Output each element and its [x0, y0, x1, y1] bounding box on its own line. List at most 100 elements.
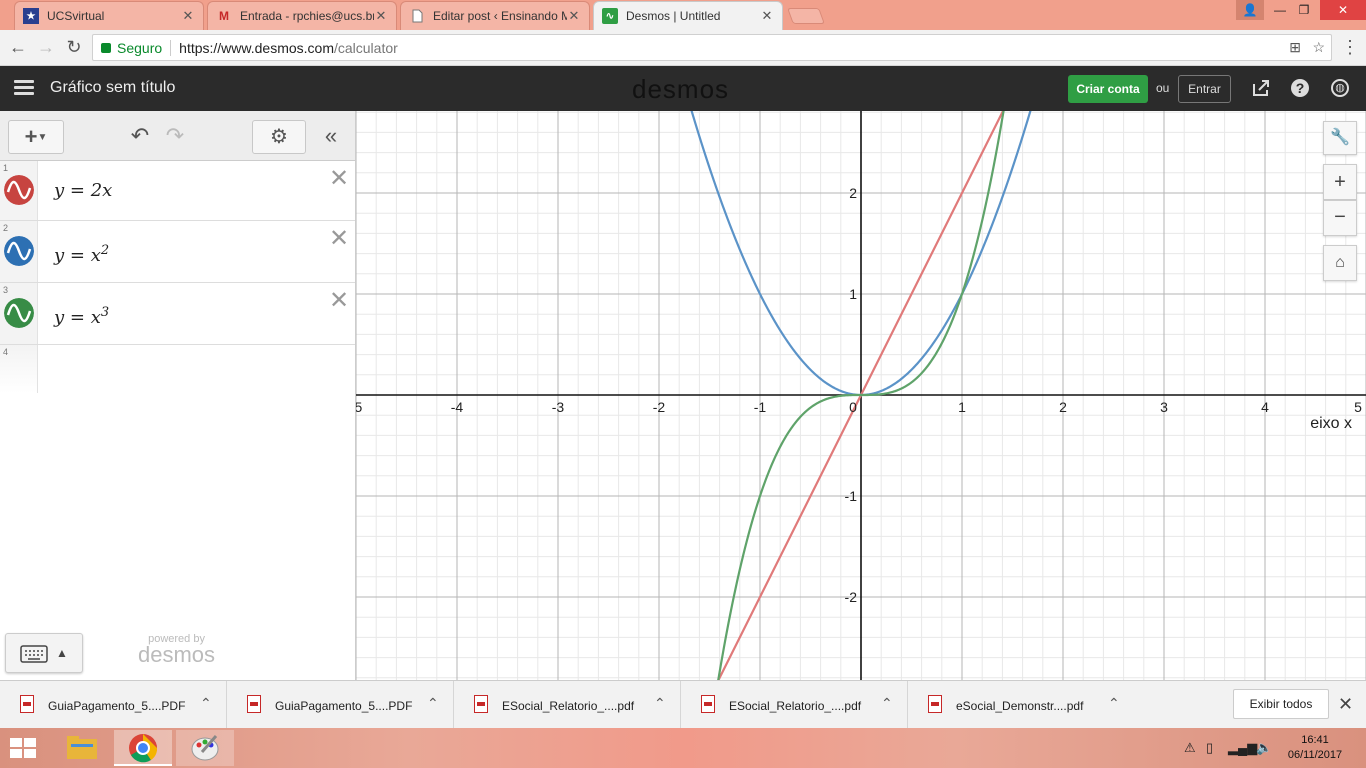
back-icon[interactable]: ←: [8, 37, 28, 57]
x-tick-label: 1: [958, 399, 966, 415]
reload-icon[interactable]: ↻: [64, 37, 84, 57]
delete-expression-icon[interactable]: ✕: [329, 289, 349, 313]
close-downloads-icon[interactable]: ✕: [1338, 694, 1353, 715]
address-bar[interactable]: Seguro https://www.desmos.com/calculator…: [92, 34, 1332, 61]
chevron-up-icon[interactable]: ⌃: [654, 695, 666, 712]
close-tab-icon[interactable]: ✕: [760, 8, 774, 24]
download-item[interactable]: ESocial_Relatorio_....pdf ⌃: [454, 681, 681, 729]
paint-icon[interactable]: [176, 730, 234, 766]
forward-icon[interactable]: →: [36, 37, 56, 57]
expression-base: y = x: [54, 307, 101, 328]
row-gutter: 4: [0, 345, 38, 393]
caret-up-icon: ▲: [56, 646, 68, 660]
redo-icon[interactable]: ↷: [160, 120, 190, 154]
gear-icon[interactable]: ⚙: [252, 120, 306, 154]
profile-icon[interactable]: 👤: [1236, 0, 1264, 20]
chevron-up-icon[interactable]: ⌃: [427, 695, 439, 712]
row-number: 4: [3, 347, 9, 357]
close-window-icon[interactable]: ✕: [1320, 0, 1366, 20]
row-number: 2: [3, 223, 9, 233]
create-account-button[interactable]: Criar conta: [1068, 75, 1148, 103]
expression-list-panel: +▼ ↶ ↷ ⚙ « 1 y = 2x ✕ 2 y = x2 ✕ 3 y = x…: [0, 111, 356, 680]
graph-title[interactable]: Gráfico sem título: [50, 79, 175, 97]
x-tick-label: -2: [653, 399, 666, 415]
delete-expression-icon[interactable]: ✕: [329, 167, 349, 191]
close-tab-icon[interactable]: ✕: [567, 8, 581, 24]
chrome-icon[interactable]: [114, 730, 172, 766]
downloads-bar: GuiaPagamento_5....PDF ⌃ GuiaPagamento_5…: [0, 680, 1366, 729]
system-clock[interactable]: 16:41 06/11/2017: [1280, 733, 1350, 763]
login-button[interactable]: Entrar: [1178, 75, 1231, 103]
download-item[interactable]: ESocial_Relatorio_....pdf ⌃: [681, 681, 908, 729]
blue-wave-icon[interactable]: [4, 236, 34, 266]
expression-row[interactable]: 3 y = x3 ✕: [0, 283, 355, 345]
download-filename: eSocial_Demonstr....pdf: [956, 699, 1084, 713]
close-tab-icon[interactable]: ✕: [374, 8, 388, 24]
download-item[interactable]: GuiaPagamento_5....PDF ⌃: [227, 681, 454, 729]
zoom-out-button[interactable]: −: [1323, 200, 1357, 236]
row-gutter: 3: [0, 283, 38, 344]
x-tick-label: -5: [356, 399, 362, 415]
gmail-icon: M: [219, 9, 229, 23]
tab-gmail[interactable]: M Entrada - rpchies@ucs.br ✕: [207, 1, 397, 30]
signal-icon[interactable]: ▂▄▆: [1228, 740, 1257, 756]
expression-row[interactable]: 1 y = 2x ✕: [0, 161, 355, 221]
expression-formula[interactable]: y = 2x: [54, 180, 112, 201]
add-item-button[interactable]: +▼: [8, 120, 64, 154]
download-filename: GuiaPagamento_5....PDF: [48, 699, 186, 713]
chevron-up-icon[interactable]: ⌃: [200, 695, 212, 712]
desmos-icon: ∿: [602, 8, 618, 24]
translate-icon[interactable]: ⊞: [1289, 39, 1301, 56]
tab-editar-post[interactable]: Editar post ‹ Ensinando M ✕: [400, 1, 590, 30]
close-tab-icon[interactable]: ✕: [181, 8, 195, 24]
pdf-icon: [928, 695, 942, 713]
delete-expression-icon[interactable]: ✕: [329, 227, 349, 251]
chevron-up-icon[interactable]: ⌃: [1108, 695, 1120, 712]
browser-menu-icon[interactable]: ⋮: [1340, 37, 1360, 57]
graph-canvas[interactable]: -5 -4 -3 -2 -1 0 1 2 3 4 5 2 1 -1 -2 eixo x: [356, 111, 1366, 680]
battery-icon[interactable]: ▯: [1206, 740, 1213, 756]
tab-title: Editar post ‹ Ensinando M: [433, 9, 567, 23]
volume-icon[interactable]: 🔈: [1256, 740, 1272, 756]
pdf-icon: [701, 695, 715, 713]
x-axis-label: eixo x: [1310, 415, 1352, 432]
graph-paper[interactable]: -5 -4 -3 -2 -1 0 1 2 3 4 5 2 1 -1 -2 eixo x 🔧 + − ⌂: [356, 111, 1366, 680]
red-wave-icon[interactable]: [4, 175, 34, 205]
lock-icon: [101, 42, 111, 53]
tab-desmos[interactable]: ∿ Desmos | Untitled ✕: [593, 1, 783, 30]
share-icon[interactable]: [1250, 78, 1272, 100]
app-header: Gráfico sem título desmos Criar conta ou…: [0, 66, 1366, 111]
tab-ucsvirtual[interactable]: ★ UCSvirtual ✕: [14, 1, 204, 30]
browser-toolbar: ← → ↻ Seguro https://www.desmos.com/calc…: [0, 30, 1366, 66]
zoom-in-button[interactable]: +: [1323, 164, 1357, 200]
bookmark-star-icon[interactable]: ☆: [1312, 39, 1325, 56]
chevron-up-icon[interactable]: ⌃: [881, 695, 893, 712]
download-item[interactable]: eSocial_Demonstr....pdf ⌃: [908, 681, 1135, 729]
network-alert-icon[interactable]: ⚠: [1184, 740, 1196, 756]
file-explorer-icon[interactable]: [53, 730, 111, 766]
undo-icon[interactable]: ↶: [125, 120, 155, 154]
help-icon[interactable]: ?: [1291, 79, 1309, 97]
pdf-icon: [474, 695, 488, 713]
empty-expression-row[interactable]: 4: [0, 345, 355, 393]
keyboard-toggle-button[interactable]: ▲: [5, 633, 83, 673]
expression-formula[interactable]: y = x2: [54, 243, 109, 266]
show-all-downloads-button[interactable]: Exibir todos: [1233, 689, 1329, 719]
expression-row[interactable]: 2 y = x2 ✕: [0, 221, 355, 283]
new-tab-button[interactable]: [787, 8, 825, 24]
green-wave-icon[interactable]: [4, 298, 34, 328]
expression-formula[interactable]: y = x3: [54, 305, 109, 328]
x-tick-label: 3: [1160, 399, 1168, 415]
tab-title: Entrada - rpchies@ucs.br: [240, 9, 374, 23]
x-tick-label: 2: [1059, 399, 1067, 415]
windows-start-icon[interactable]: [10, 738, 36, 758]
download-filename: ESocial_Relatorio_....pdf: [729, 699, 862, 713]
restore-icon[interactable]: ❐: [1290, 0, 1318, 20]
globe-icon[interactable]: ◍: [1331, 79, 1349, 97]
download-item[interactable]: GuiaPagamento_5....PDF ⌃: [0, 681, 227, 729]
home-icon[interactable]: ⌂: [1323, 245, 1357, 281]
graph-settings-wrench-icon[interactable]: 🔧: [1323, 121, 1357, 155]
collapse-panel-icon[interactable]: «: [316, 120, 346, 154]
expression-toolbar: +▼ ↶ ↷ ⚙ «: [0, 111, 355, 161]
hamburger-menu-icon[interactable]: [14, 80, 34, 96]
